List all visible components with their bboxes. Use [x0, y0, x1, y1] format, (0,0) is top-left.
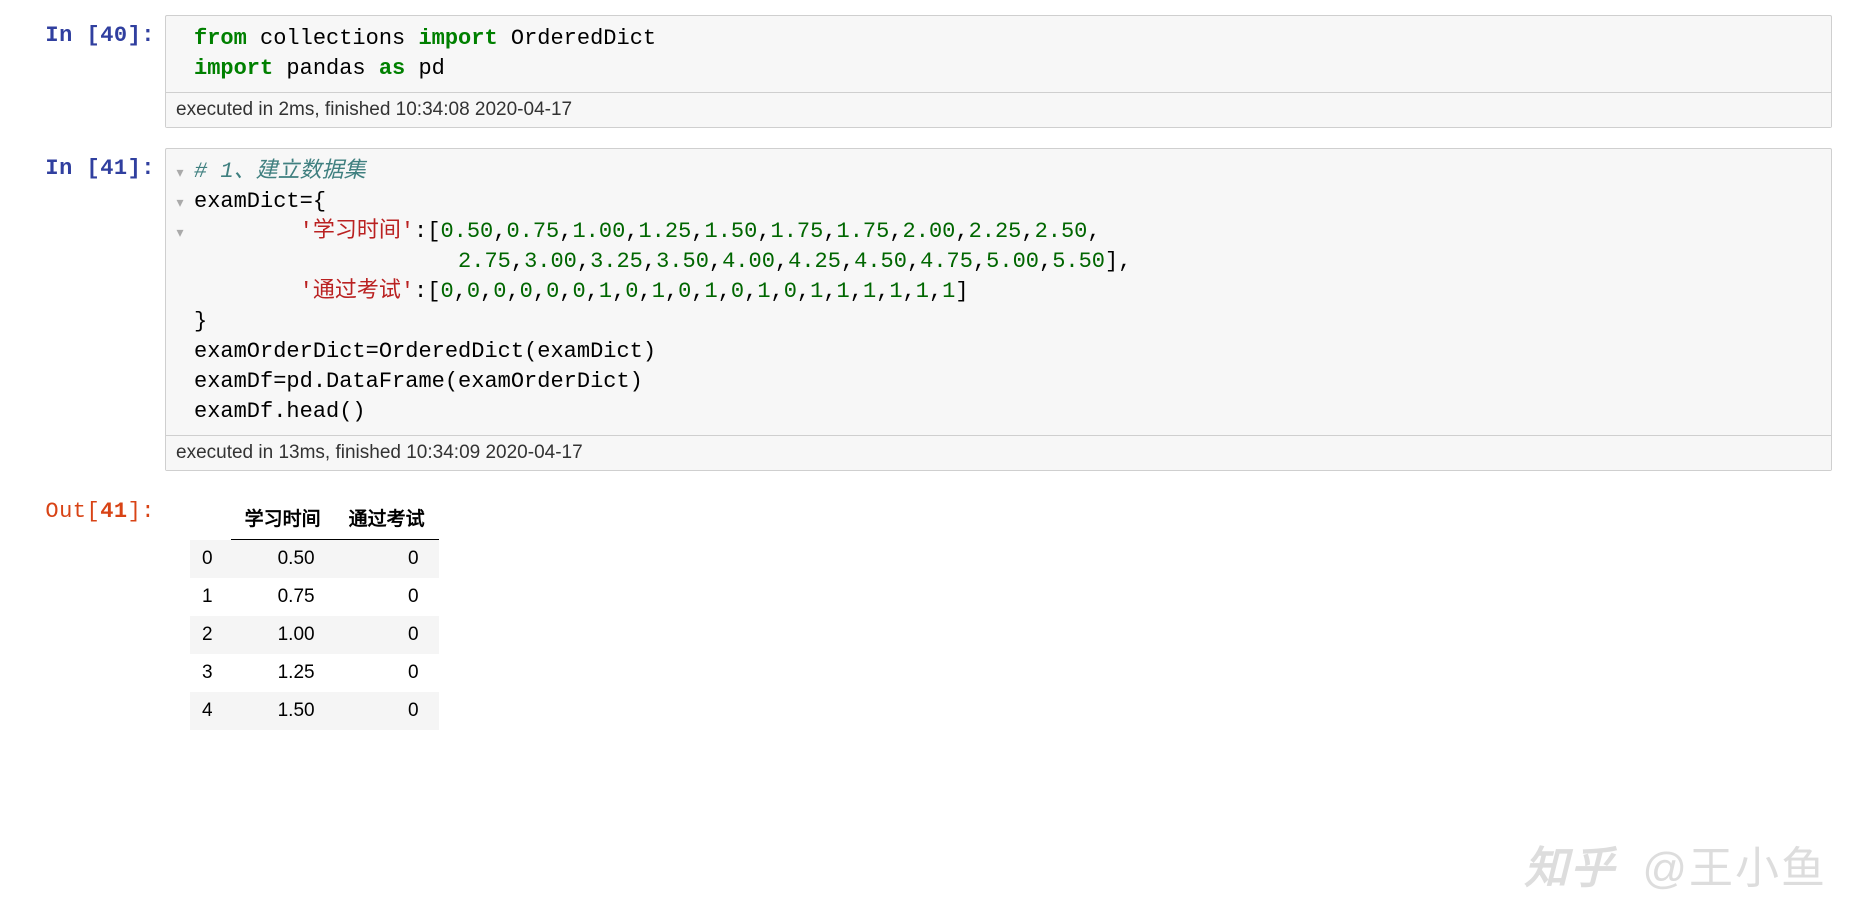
watermark: 知乎 @王小鱼	[1524, 832, 1827, 896]
output-area: 学习时间 通过考试 00.50010.75021.00031.25041.500	[165, 491, 1832, 730]
table-cell: 0.50	[231, 540, 335, 579]
table-cell: 1.25	[231, 654, 335, 692]
row-index: 4	[190, 692, 231, 730]
col-header: 学习时间	[231, 496, 335, 540]
watermark-author: @王小鱼	[1642, 844, 1827, 893]
notebook: In [40]: from collections import Ordered…	[0, 0, 1852, 780]
zhihu-logo-text: 知乎	[1524, 844, 1616, 893]
code-cell-41: In [41]: ▾▾▾ # 1、建立数据集 examDict={ '学习时间'…	[20, 148, 1832, 471]
prompt-number: 41	[100, 156, 127, 181]
fold-marker-icon[interactable]	[166, 397, 194, 427]
table-row: 31.250	[190, 654, 439, 692]
index-header	[190, 496, 231, 540]
execution-meta: executed in 2ms, finished 10:34:08 2020-…	[166, 92, 1831, 127]
input-prompt: In [40]:	[20, 15, 165, 128]
prompt-number: 41	[100, 499, 127, 524]
table-row: 10.750	[190, 578, 439, 616]
fold-marker-icon[interactable]: ▾	[166, 217, 194, 247]
table-row: 21.000	[190, 616, 439, 654]
fold-marker-icon[interactable]	[166, 277, 194, 307]
cell-body: from collections import OrderedDict impo…	[165, 15, 1832, 128]
fold-marker-icon[interactable]: ▾	[166, 187, 194, 217]
code-editor[interactable]: from collections import OrderedDict impo…	[194, 16, 1831, 92]
code-editor[interactable]: # 1、建立数据集 examDict={ '学习时间':[0.50,0.75,1…	[194, 149, 1831, 435]
table-cell: 0	[335, 654, 439, 692]
table-cell: 0	[335, 616, 439, 654]
code-container: from collections import OrderedDict impo…	[165, 15, 1832, 128]
output-prompt: Out[41]:	[20, 491, 165, 730]
table-row: 41.500	[190, 692, 439, 730]
fold-gutter: ▾▾▾	[166, 149, 194, 435]
prompt-number: 40	[100, 23, 127, 48]
fold-marker-icon[interactable]: ▾	[166, 157, 194, 187]
prompt-label: In	[45, 23, 72, 48]
fold-marker-icon[interactable]	[166, 247, 194, 277]
fold-marker-icon[interactable]	[166, 307, 194, 337]
col-header: 通过考试	[335, 496, 439, 540]
row-index: 1	[190, 578, 231, 616]
row-index: 0	[190, 540, 231, 579]
fold-marker-icon[interactable]	[166, 54, 194, 84]
table-cell: 0.75	[231, 578, 335, 616]
execution-meta: executed in 13ms, finished 10:34:09 2020…	[166, 435, 1831, 470]
fold-marker-icon[interactable]	[166, 367, 194, 397]
output-cell-41: Out[41]: 学习时间 通过考试 00.50010.75021.00031.…	[20, 491, 1832, 730]
code-container: ▾▾▾ # 1、建立数据集 examDict={ '学习时间':[0.50,0.…	[165, 148, 1832, 471]
fold-marker-icon[interactable]	[166, 24, 194, 54]
table-cell: 0	[335, 540, 439, 579]
fold-marker-icon[interactable]	[166, 337, 194, 367]
row-index: 3	[190, 654, 231, 692]
cell-body: ▾▾▾ # 1、建立数据集 examDict={ '学习时间':[0.50,0.…	[165, 148, 1832, 471]
input-prompt: In [41]:	[20, 148, 165, 471]
code-cell-40: In [40]: from collections import Ordered…	[20, 15, 1832, 128]
table-cell: 1.00	[231, 616, 335, 654]
table-cell: 1.50	[231, 692, 335, 730]
prompt-label: Out	[45, 499, 86, 524]
table-cell: 0	[335, 578, 439, 616]
output-body: 学习时间 通过考试 00.50010.75021.00031.25041.500	[165, 491, 1832, 730]
fold-gutter	[166, 16, 194, 92]
table-row: 00.500	[190, 540, 439, 579]
table-cell: 0	[335, 692, 439, 730]
dataframe-table: 学习时间 通过考试 00.50010.75021.00031.25041.500	[190, 496, 439, 730]
prompt-label: In	[45, 156, 72, 181]
row-index: 2	[190, 616, 231, 654]
